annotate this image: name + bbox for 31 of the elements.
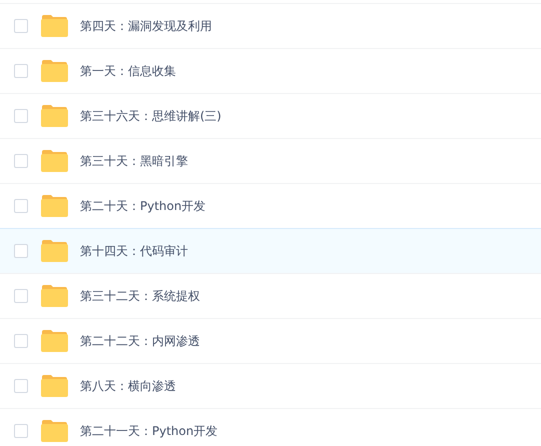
folder-name[interactable]: 第二十二天：内网渗透 (80, 332, 200, 350)
folder-icon (41, 195, 68, 217)
checkbox[interactable] (14, 424, 28, 438)
folder-name[interactable]: 第三十六天：思维讲解(三) (80, 108, 222, 124)
folder-icon (41, 15, 68, 37)
checkbox[interactable] (14, 154, 28, 168)
folder-name[interactable]: 第一天：信息收集 (80, 62, 176, 80)
checkbox[interactable] (14, 379, 28, 393)
folder-icon (41, 375, 68, 397)
folder-name[interactable]: 第三十天：黑暗引擎 (80, 152, 188, 170)
folder-icon (41, 420, 68, 442)
folder-name[interactable]: 第二十天：Python开发 (80, 198, 206, 214)
checkbox[interactable] (14, 19, 28, 33)
folder-icon (41, 330, 68, 352)
checkbox[interactable] (14, 64, 28, 78)
folder-name[interactable]: 第二十一天：Python开发 (80, 422, 218, 440)
folder-name[interactable]: 第十四天：代码审计 (80, 242, 188, 260)
folder-icon (41, 105, 68, 127)
checkbox[interactable] (14, 334, 28, 348)
folder-icon (41, 60, 68, 82)
folder-name[interactable]: 第三十二天：系统提权 (80, 288, 200, 304)
checkbox[interactable] (14, 109, 28, 123)
checkbox[interactable] (14, 199, 28, 213)
folder-icon (41, 285, 68, 307)
file-row[interactable]: 第十四天：代码审计 (0, 228, 541, 274)
checkbox[interactable] (14, 289, 28, 303)
folder-name[interactable]: 第八天：横向渗透 (80, 378, 176, 394)
folder-icon (41, 240, 68, 262)
folder-name[interactable]: 第四天：漏洞发现及利用 (80, 18, 212, 34)
folder-icon (41, 150, 68, 172)
checkbox[interactable] (14, 244, 28, 258)
